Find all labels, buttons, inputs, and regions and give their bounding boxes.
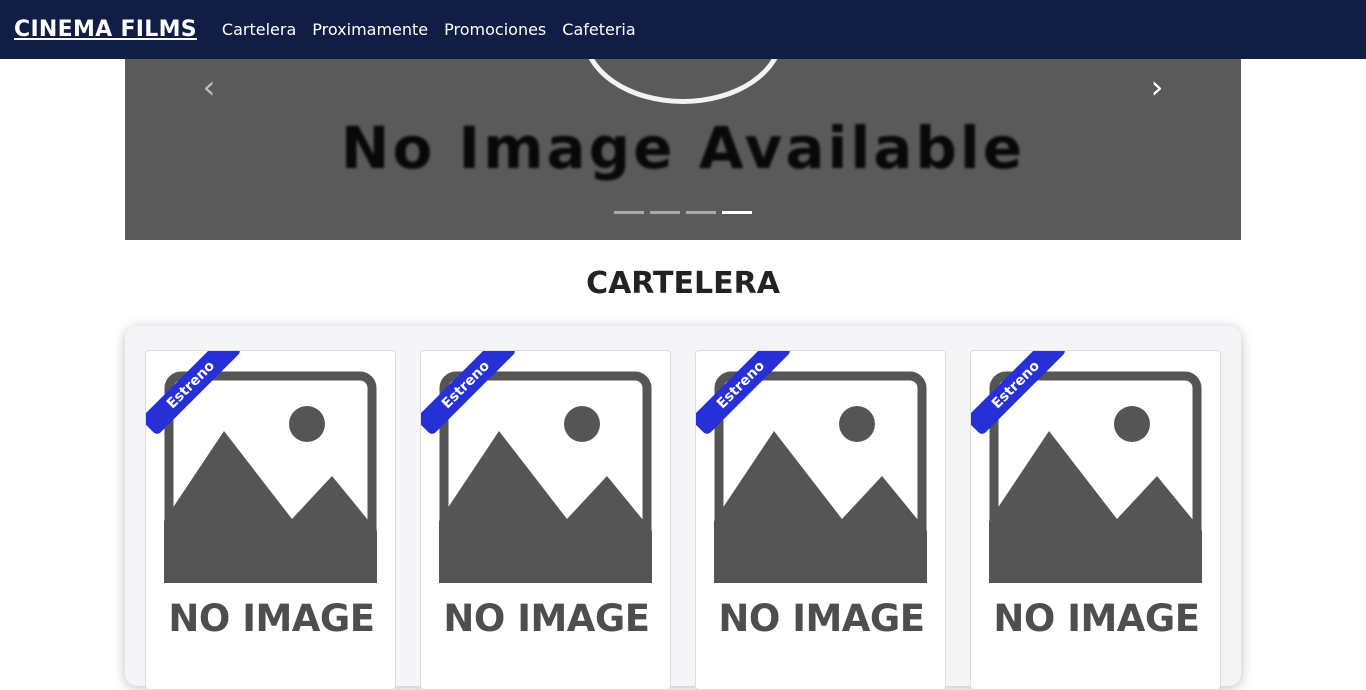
carousel-indicator-4[interactable]: [722, 211, 752, 214]
section-title: CARTELERA: [586, 266, 780, 301]
movie-card[interactable]: NO IMAGE Estreno: [420, 350, 671, 690]
hero-carousel: No Image Available ‹ ›: [125, 59, 1241, 240]
movie-card[interactable]: NO IMAGE Estreno: [695, 350, 946, 690]
nav-link-cartelera[interactable]: Cartelera: [222, 20, 296, 39]
carousel-prev-button[interactable]: ‹: [189, 67, 229, 107]
chevron-right-icon: ›: [1150, 68, 1164, 106]
image-placeholder-icon: [439, 371, 652, 583]
movie-card[interactable]: NO IMAGE Estreno: [145, 350, 396, 690]
brand-link[interactable]: CINEMA FILMS: [14, 18, 197, 41]
nav-link-proximamente[interactable]: Proximamente: [312, 20, 428, 39]
carousel-indicators: [614, 211, 758, 214]
carousel-next-button[interactable]: ›: [1137, 67, 1177, 107]
nav-links: Cartelera Proximamente Promociones Cafet…: [222, 20, 652, 39]
card-image-text: NO IMAGE: [993, 597, 1200, 640]
chevron-left-icon: ‹: [202, 68, 216, 106]
movie-card[interactable]: NO IMAGE Estreno: [970, 350, 1221, 690]
navbar: CINEMA FILMS Cartelera Proximamente Prom…: [0, 0, 1366, 59]
nav-link-promociones[interactable]: Promociones: [444, 20, 546, 39]
movies-panel: NO IMAGE Estreno NO IMAGE Estreno NO IMA…: [125, 326, 1241, 690]
carousel-image-text: No Image Available: [340, 114, 1026, 182]
no-image-icon: [582, 59, 784, 104]
carousel-indicator-1[interactable]: [614, 211, 644, 214]
nav-link-cafeteria[interactable]: Cafeteria: [562, 20, 635, 39]
image-placeholder-icon: [164, 371, 377, 583]
card-image-text: NO IMAGE: [168, 597, 375, 640]
carousel-indicator-2[interactable]: [650, 211, 680, 214]
carousel-indicator-3[interactable]: [686, 211, 716, 214]
image-placeholder-icon: [714, 371, 927, 583]
card-image-text: NO IMAGE: [718, 597, 925, 640]
card-image-text: NO IMAGE: [443, 597, 650, 640]
image-placeholder-icon: [989, 371, 1202, 583]
